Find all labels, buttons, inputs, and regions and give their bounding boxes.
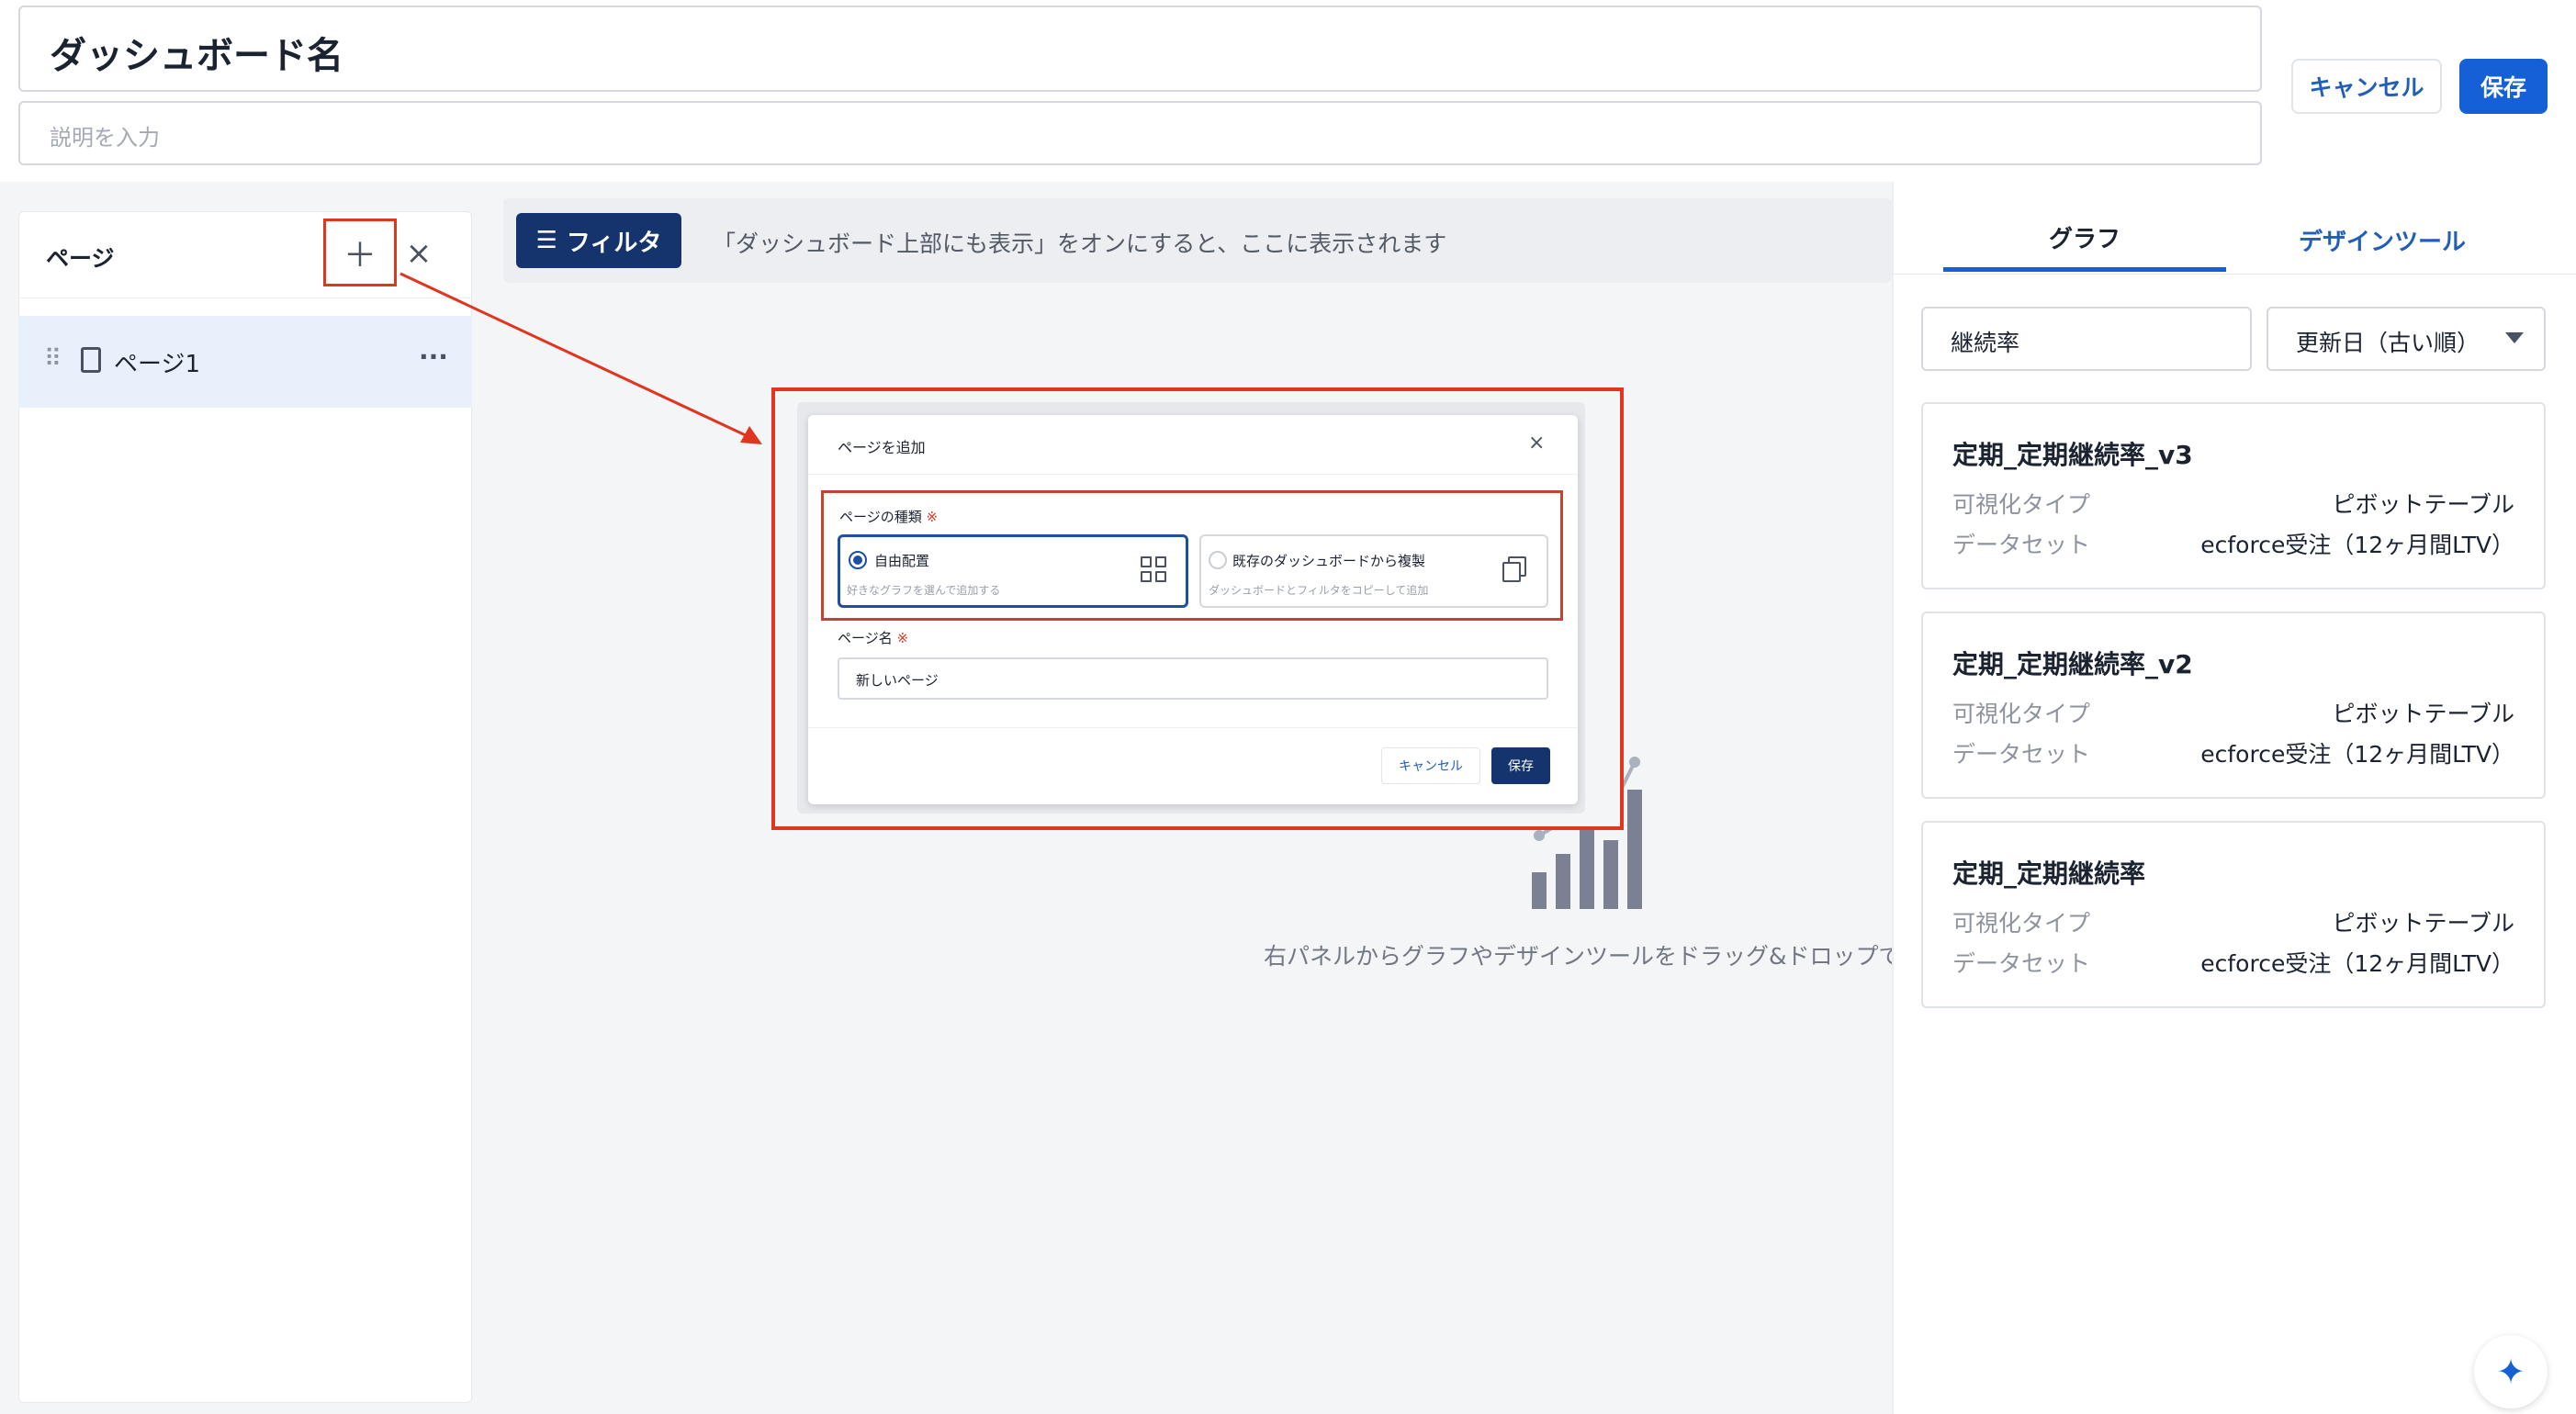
search-value: 継続率: [1951, 330, 2020, 356]
card-title: 定期_定期継続率_v2: [1952, 649, 2193, 679]
filter-hint: 「ダッシュボード上部にも表示」をオンにすると、ここに表示されます: [713, 230, 1447, 257]
page-name-label: ページ名 ※: [838, 630, 909, 646]
option-description: 好きなグラフを選んで追加する: [847, 584, 1001, 597]
page-name-input[interactable]: [838, 657, 1548, 700]
document-icon: [81, 347, 101, 373]
modal-title: ページを追加: [838, 439, 926, 456]
radio-unselected[interactable]: [1209, 551, 1227, 569]
sort-value: 更新日（古い順）: [2296, 330, 2480, 356]
dashboard-title: ダッシュボード名: [50, 35, 343, 77]
plus-icon: ＋: [343, 237, 377, 275]
annotation-arrow: [399, 272, 762, 444]
card-dataset-value: ecforce受注（12ヶ月間LTV）: [2200, 741, 2514, 768]
sparkle-icon: ✦: [2496, 1352, 2525, 1392]
drag-handle-icon[interactable]: ⠿: [44, 345, 62, 373]
card-type-value: ピボットテーブル: [2332, 701, 2514, 727]
save-button[interactable]: 保存: [2459, 59, 2548, 114]
card-dataset-value: ecforce受注（12ヶ月間LTV）: [2200, 532, 2514, 558]
radio-selected[interactable]: [849, 551, 867, 569]
card-dataset-key: データセット: [1952, 950, 2091, 977]
card-type-key: 可視化タイプ: [1952, 491, 2091, 518]
option-label: 既存のダッシュボードから複製: [1232, 553, 1426, 569]
page-name-value: 新しいページ: [856, 672, 939, 689]
copy-icon: [1502, 556, 1526, 582]
divider: [808, 727, 1578, 728]
description-placeholder: 説明を入力: [50, 125, 160, 151]
modal-close-icon[interactable]: ×: [1528, 432, 1545, 454]
card-dataset-key: データセット: [1952, 532, 2091, 558]
tab-design-tools[interactable]: デザインツール: [2241, 208, 2524, 272]
empty-state-message: 右パネルからグラフやデザインツールをドラッグ&ドロップで追: [1264, 943, 1892, 970]
divider: [1892, 274, 2576, 275]
modal-save-button[interactable]: 保存: [1491, 747, 1550, 784]
tab-graph[interactable]: グラフ: [1943, 208, 2226, 272]
page-item-label: ページ1: [114, 351, 201, 378]
option-label: 自由配置: [874, 553, 930, 569]
modal-cancel-button[interactable]: キャンセル: [1381, 747, 1480, 784]
card-type-key: 可視化タイプ: [1952, 910, 2091, 937]
pages-panel-title: ページ: [46, 245, 115, 272]
dashboard-title-input[interactable]: [18, 6, 2262, 92]
filter-button-label: フィルタ: [566, 229, 662, 257]
ai-assistant-button[interactable]: ✦: [2474, 1335, 2548, 1408]
page-type-label: ページの種類 ※: [839, 509, 939, 525]
card-title: 定期_定期継続率_v3: [1952, 440, 2193, 470]
filter-icon: ☰: [535, 227, 557, 254]
cancel-button[interactable]: キャンセル: [2291, 59, 2442, 114]
card-type-key: 可視化タイプ: [1952, 701, 2091, 727]
option-description: ダッシュボードとフィルタをコピーして追加: [1209, 584, 1429, 597]
card-type-value: ピボットテーブル: [2332, 910, 2514, 937]
card-title: 定期_定期継続率: [1952, 858, 2146, 889]
card-dataset-key: データセット: [1952, 741, 2091, 768]
card-type-value: ピボットテーブル: [2332, 491, 2514, 518]
divider: [808, 474, 1578, 475]
chevron-down-icon: [2505, 332, 2524, 343]
description-input[interactable]: [18, 101, 2262, 165]
grid-layout-icon: [1141, 556, 1166, 582]
card-dataset-value: ecforce受注（12ヶ月間LTV）: [2200, 950, 2514, 977]
